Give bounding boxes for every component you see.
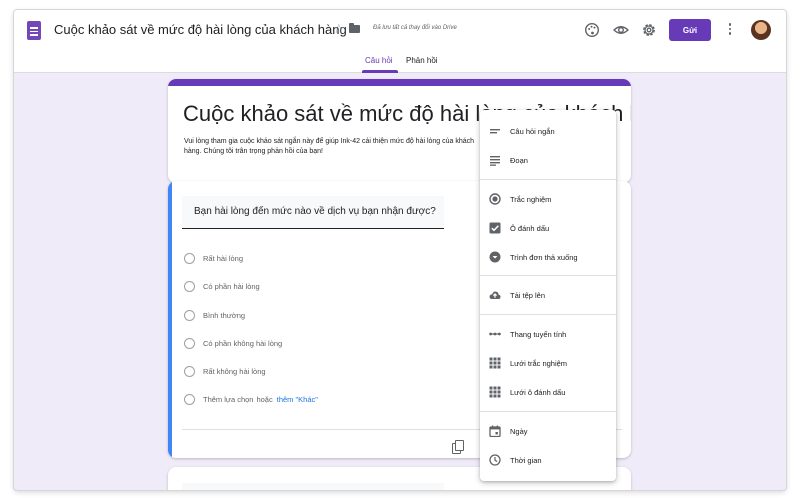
menu-item-label: Câu hỏi ngắn	[510, 127, 555, 136]
add-other-link[interactable]: thêm "Khác"	[277, 395, 318, 404]
more-vert-icon[interactable]	[728, 23, 732, 37]
active-tab-indicator	[362, 70, 398, 73]
duplicate-icon[interactable]	[452, 440, 464, 454]
palette-icon[interactable]	[584, 22, 600, 38]
settings-gear-icon[interactable]	[641, 22, 657, 38]
menu-item-label: Thang tuyến tính	[510, 330, 567, 339]
radio-icon	[184, 365, 195, 377]
option-row[interactable]: Có phần không hài lòng	[184, 337, 282, 349]
option-row[interactable]: Bình thường	[184, 309, 245, 321]
menu-item-label: Thời gian	[510, 456, 542, 465]
cloud-upload-icon	[489, 291, 501, 299]
add-option-link[interactable]: Thêm lựa chọn	[203, 395, 253, 404]
short-answer-icon	[490, 129, 500, 134]
avatar[interactable]	[751, 20, 771, 40]
top-bar: Cuộc khảo sát về mức độ hài lòng của khá…	[14, 10, 786, 73]
question-text[interactable]: Bạn hài lòng đến mức nào về dịch vụ bạn …	[194, 206, 436, 217]
add-option-row[interactable]: Thêm lựa chọn hoặc thêm "Khác"	[184, 393, 318, 405]
menu-divider	[480, 179, 616, 180]
menu-item-label: Ô đánh dấu	[510, 224, 550, 233]
option-label[interactable]: Rất không hài lòng	[203, 367, 266, 376]
linear-scale-icon	[489, 332, 501, 336]
menu-item-paragraph[interactable]: Đoạn	[480, 147, 616, 173]
radio-icon	[184, 280, 195, 292]
preview-eye-icon[interactable]	[613, 22, 629, 38]
menu-item-label: Lưới trắc nghiệm	[510, 359, 568, 368]
radio-button-icon	[489, 193, 501, 205]
question-title-field[interactable]: Bạn hài lòng đến mức nào về dịch vụ bạn …	[182, 196, 444, 229]
next-question-title-field[interactable]	[182, 483, 444, 490]
tab-questions[interactable]: Câu hỏi	[365, 56, 393, 65]
forms-editor-window: Cuộc khảo sát về mức độ hài lòng của khá…	[14, 10, 786, 490]
option-label[interactable]: Có phần không hài lòng	[203, 339, 282, 348]
send-button[interactable]: Gửi	[669, 19, 711, 41]
option-row[interactable]: Rất hài lòng	[184, 252, 243, 264]
menu-item-label: Ngày	[510, 427, 528, 436]
title-card-accent-bar	[168, 79, 631, 86]
menu-item-dropdown[interactable]: Trình đơn thả xuống	[480, 244, 616, 270]
question-type-menu: Câu hỏi ngắn Đoạn Trắc nghiệm Ô đánh dấu	[480, 110, 616, 481]
grid-icon	[489, 386, 501, 398]
paragraph-icon	[490, 156, 500, 166]
save-status-text: Đã lưu tất cả thay đổi vào Drive	[373, 25, 457, 31]
menu-divider	[480, 275, 616, 276]
radio-icon	[184, 337, 195, 349]
menu-item-label: Lưới ô đánh dấu	[510, 388, 566, 397]
form-description[interactable]: Vui lòng tham gia cuộc khảo sát ngắn này…	[184, 137, 484, 157]
menu-item-file-upload[interactable]: Tải tệp lên	[480, 282, 616, 308]
option-label[interactable]: Có phần hài lòng	[203, 282, 260, 291]
menu-item-label: Đoạn	[510, 156, 528, 165]
menu-item-short-answer[interactable]: Câu hỏi ngắn	[480, 118, 616, 144]
menu-item-time[interactable]: Thời gian	[480, 447, 616, 473]
menu-divider	[480, 314, 616, 315]
google-forms-logo-icon[interactable]	[27, 21, 41, 40]
menu-item-label: Tải tệp lên	[510, 291, 546, 300]
star-icon[interactable]: ☆	[333, 21, 345, 37]
grid-icon	[489, 357, 501, 369]
folder-icon[interactable]	[349, 23, 360, 33]
radio-icon	[184, 309, 195, 321]
menu-divider	[480, 411, 616, 412]
document-title[interactable]: Cuộc khảo sát về mức độ hài lòng của khá…	[54, 22, 347, 37]
option-label[interactable]: Rất hài lòng	[203, 254, 243, 263]
clock-icon	[489, 454, 501, 466]
menu-item-label: Trình đơn thả xuống	[510, 253, 578, 262]
tab-responses[interactable]: Phản hồi	[406, 56, 438, 65]
menu-item-checkbox-grid[interactable]: Lưới ô đánh dấu	[480, 379, 616, 405]
menu-item-date[interactable]: Ngày	[480, 418, 616, 444]
radio-icon	[184, 252, 195, 264]
menu-item-checkboxes[interactable]: Ô đánh dấu	[480, 215, 616, 241]
calendar-icon	[489, 425, 501, 437]
dropdown-icon	[489, 251, 501, 263]
menu-item-multiple-choice-grid[interactable]: Lưới trắc nghiệm	[480, 350, 616, 376]
or-label: hoặc	[256, 394, 273, 404]
active-question-indicator	[168, 181, 172, 458]
checkbox-icon	[489, 222, 501, 234]
option-row[interactable]: Rất không hài lòng	[184, 365, 266, 377]
radio-icon	[184, 393, 195, 405]
menu-item-label: Trắc nghiệm	[510, 195, 552, 204]
option-label[interactable]: Bình thường	[203, 311, 245, 320]
menu-item-multiple-choice[interactable]: Trắc nghiệm	[480, 186, 616, 212]
menu-item-linear-scale[interactable]: Thang tuyến tính	[480, 321, 616, 347]
option-row[interactable]: Có phần hài lòng	[184, 280, 260, 292]
